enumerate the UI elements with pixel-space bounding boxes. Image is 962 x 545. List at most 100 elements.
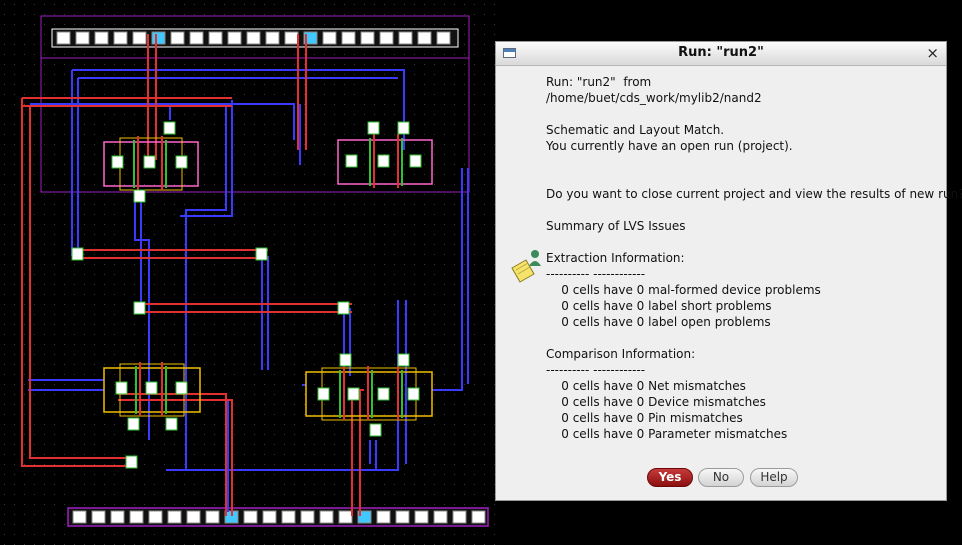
contact-cut	[395, 510, 410, 524]
contact-cut	[189, 31, 204, 45]
contact-cut	[284, 31, 299, 45]
message-line: /home/buet/cds_work/mylib2/nand2	[546, 91, 762, 105]
contact-cut	[115, 381, 128, 395]
contact-cut	[471, 510, 486, 524]
contact-cut	[345, 154, 358, 168]
message-line: Run: "run2" from	[546, 75, 652, 89]
contact-cut	[151, 31, 166, 45]
dialog-message: Run: "run2" from /home/buet/cds_work/myl…	[546, 74, 962, 442]
contact-cut	[376, 510, 391, 524]
contact-cut	[397, 121, 410, 135]
contact-cut	[417, 31, 432, 45]
contact-cut	[133, 301, 146, 315]
message-line: Comparison Information:	[546, 347, 696, 361]
message-line: Schematic and Layout Match.	[546, 123, 725, 137]
no-button[interactable]: No	[698, 468, 744, 487]
contact-cut	[167, 510, 182, 524]
message-line: You currently have an open run (project)…	[546, 139, 793, 153]
contact-cut	[111, 155, 124, 169]
contact-cut	[265, 31, 280, 45]
message-line	[546, 202, 962, 218]
contact-cut	[436, 31, 451, 45]
contact-cut	[72, 510, 87, 524]
note-icon	[511, 250, 541, 283]
contact-cut	[143, 155, 156, 169]
contact-cut	[163, 121, 176, 135]
contact-cut	[338, 510, 353, 524]
contact-cut	[94, 31, 109, 45]
message-line: Do you want to close current project and…	[546, 187, 962, 201]
contact-cut	[407, 387, 420, 401]
contact-cut	[56, 31, 71, 45]
contact-cut	[133, 189, 146, 203]
message-line: Summary of LVS Issues	[546, 219, 686, 233]
contact-cut	[186, 510, 201, 524]
message-line: ---------- ------------	[546, 267, 646, 281]
message-line: 0 cells have 0 Device mismatches	[546, 395, 766, 409]
contact-cut	[347, 387, 360, 401]
contact-cut	[281, 510, 296, 524]
message-line	[546, 106, 962, 122]
contact-cut	[367, 121, 380, 135]
contact-cut	[125, 455, 138, 469]
dialog-title: Run: "run2"	[678, 45, 764, 60]
contact-cut	[170, 31, 185, 45]
contact-cut	[337, 301, 350, 315]
message-line: 0 cells have 0 label short problems	[546, 299, 772, 313]
contact-cut	[175, 155, 188, 169]
contact-cut	[398, 31, 413, 45]
contact-cut	[246, 31, 261, 45]
contact-cut	[75, 31, 90, 45]
vdd-contacts	[56, 31, 451, 45]
contact-cut	[379, 31, 394, 45]
message-line: 0 cells have 0 Net mismatches	[546, 379, 746, 393]
contact-cut	[113, 31, 128, 45]
message-line	[546, 154, 962, 170]
contact-cut	[300, 510, 315, 524]
contact-cut	[322, 31, 337, 45]
contact-cut	[129, 510, 144, 524]
contact-cut	[145, 381, 158, 395]
message-line: 0 cells have 0 Parameter mismatches	[546, 427, 788, 441]
message-line: Extraction Information:	[546, 251, 685, 265]
contact-cut	[255, 247, 268, 261]
contact-cut	[339, 353, 352, 367]
contact-cut	[262, 510, 277, 524]
contact-cut	[319, 510, 334, 524]
contact-cut	[433, 510, 448, 524]
yes-button[interactable]: Yes	[647, 468, 693, 487]
message-line: 0 cells have 0 label open problems	[546, 315, 771, 329]
message-line: ---------- ------------	[546, 363, 646, 377]
contact-cut	[369, 423, 382, 437]
contact-cut	[132, 31, 147, 45]
contact-cut	[397, 353, 410, 367]
help-button[interactable]: Help	[750, 468, 798, 487]
contact-cut	[175, 381, 188, 395]
contact-cut	[341, 31, 356, 45]
contact-cut	[110, 510, 125, 524]
contact-cut	[377, 154, 390, 168]
message-line	[546, 170, 962, 186]
contact-cut	[127, 417, 140, 431]
message-line: 0 cells have 0 Pin mismatches	[546, 411, 743, 425]
contact-cut	[360, 31, 375, 45]
contact-cut	[165, 417, 178, 431]
lvs-run-dialog: Run: "run2" × Run: "run2" from /home/bue…	[495, 41, 962, 501]
contact-cut	[148, 510, 163, 524]
contact-cut	[409, 154, 422, 168]
message-line	[546, 234, 962, 250]
contact-cut	[317, 387, 330, 401]
contact-cut	[377, 387, 390, 401]
contact-cut	[208, 31, 223, 45]
message-line: 0 cells have 0 mal-formed device problem…	[546, 283, 821, 297]
contact-cut	[71, 247, 84, 261]
contact-cut	[227, 31, 242, 45]
dialog-titlebar[interactable]: Run: "run2" ×	[496, 42, 946, 66]
contact-cut	[452, 510, 467, 524]
contact-cut	[205, 510, 220, 524]
contact-cut	[243, 510, 258, 524]
contact-cut	[414, 510, 429, 524]
contact-cut	[91, 510, 106, 524]
message-line	[546, 330, 962, 346]
close-icon[interactable]: ×	[926, 44, 939, 62]
